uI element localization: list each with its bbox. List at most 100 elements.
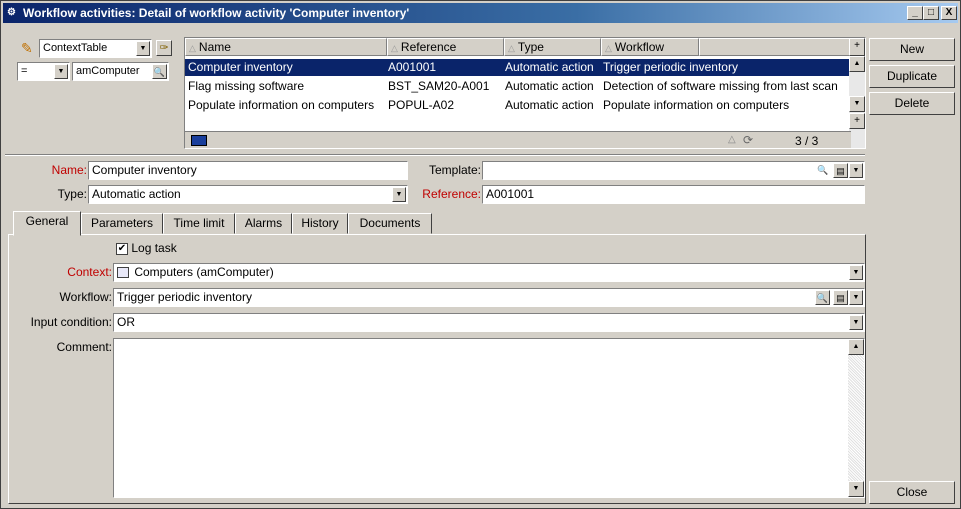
workflow-value: Trigger periodic inventory <box>117 290 252 304</box>
scroll-down-icon[interactable]: ▼ <box>849 96 865 112</box>
type-combo[interactable]: Automatic action ▼ <box>88 185 408 204</box>
search-icon[interactable]: 🔍 <box>816 163 830 178</box>
log-task-checkbox[interactable]: ✔ Log task <box>116 241 177 257</box>
table-row[interactable]: Populate information on computers POPUL-… <box>185 97 851 114</box>
cell-workflow: Trigger periodic inventory <box>603 60 738 74</box>
column-label: Reference <box>400 40 457 54</box>
reference-field[interactable]: A001001 <box>482 185 865 204</box>
context-combo[interactable]: Computers (amComputer) ▼ <box>113 263 865 282</box>
cell-name: Populate information on computers <box>188 98 375 112</box>
title-bar[interactable]: ⚙ Workflow activities: Detail of workflo… <box>3 3 958 23</box>
chevron-down-icon[interactable]: ▼ <box>54 64 68 79</box>
checkmark-icon: ✔ <box>116 242 128 255</box>
list-config-icon[interactable] <box>191 135 207 146</box>
close-window-button[interactable]: X <box>941 6 957 20</box>
comment-field[interactable]: ▲ ▼ <box>113 338 865 498</box>
window-title: Workflow activities: Detail of workflow … <box>23 6 410 20</box>
pencil-icon[interactable]: ✎ <box>21 40 37 56</box>
tab-general[interactable]: General <box>13 211 81 236</box>
scroll-down-icon[interactable]: ▼ <box>848 481 864 497</box>
maximize-button[interactable]: □ <box>923 6 939 20</box>
minimize-button[interactable]: _ <box>907 6 923 20</box>
record-count: 3 / 3 <box>795 134 819 148</box>
tab-documents[interactable]: Documents <box>348 213 432 234</box>
template-field[interactable]: 🔍 ▤ ▼ <box>482 161 865 180</box>
refresh-icon[interactable]: ⟳ <box>743 133 753 147</box>
close-button[interactable]: Close <box>869 481 955 504</box>
sort-icon: △ <box>605 43 612 53</box>
column-header-filler <box>699 38 851 56</box>
table-combo-value: ContextTable <box>43 42 108 54</box>
chevron-down-icon[interactable]: ▼ <box>849 315 863 330</box>
sort-up-icon[interactable]: △ <box>728 134 736 145</box>
workflow-field[interactable]: Trigger periodic inventory 🔍 ▤ ▼ <box>113 288 865 307</box>
template-label: Template: <box>428 163 481 177</box>
cell-reference: BST_SAM20-A001 <box>388 79 490 93</box>
new-button[interactable]: New <box>869 38 955 61</box>
main-window: ⚙ Workflow activities: Detail of workflo… <box>0 0 961 509</box>
add-column-icon[interactable]: + <box>849 38 865 56</box>
list-status-bar: △ ⟳ 3 / 3 <box>185 131 851 148</box>
scroll-up-icon[interactable]: ▲ <box>848 339 864 355</box>
tab-alarms[interactable]: Alarms <box>235 213 292 234</box>
table-row[interactable]: Computer inventory A001001 Automatic act… <box>185 59 851 76</box>
log-task-label: Log task <box>131 241 177 255</box>
scroll-up-icon[interactable]: ▲ <box>849 56 865 72</box>
search-icon[interactable]: 🔍 <box>152 64 167 79</box>
tab-history[interactable]: History <box>292 213 348 234</box>
type-label: Type: <box>57 187 87 201</box>
column-header-type[interactable]: △ Type <box>504 38 601 56</box>
delete-button[interactable]: Delete <box>869 92 955 115</box>
duplicate-button[interactable]: Duplicate <box>869 65 955 88</box>
chevron-down-icon[interactable]: ▼ <box>136 41 150 56</box>
cell-reference: POPUL-A02 <box>388 98 455 112</box>
input-condition-label: Input condition: <box>30 315 112 329</box>
sort-icon: △ <box>189 43 196 53</box>
chevron-down-icon[interactable]: ▼ <box>849 163 863 178</box>
chevron-down-icon[interactable]: ▼ <box>849 290 863 305</box>
column-label: Type <box>517 40 544 54</box>
input-condition-value: OR <box>117 315 135 329</box>
table-combo[interactable]: ContextTable ▼ <box>39 39 152 58</box>
filter-edit-icon[interactable]: ✑ <box>156 40 172 56</box>
column-header-name[interactable]: △ Name <box>185 38 387 56</box>
app-icon: ⚙ <box>7 7 16 18</box>
column-label: Workflow <box>614 40 665 54</box>
type-value: Automatic action <box>92 187 181 201</box>
cell-reference: A001001 <box>388 60 437 74</box>
context-value: Computers (amComputer) <box>134 265 274 279</box>
cell-type: Automatic action <box>505 98 594 112</box>
details-icon[interactable]: ▤ <box>833 163 848 178</box>
cell-name: Computer inventory <box>188 60 293 74</box>
column-header-workflow[interactable]: △ Workflow <box>601 38 699 56</box>
details-icon[interactable]: ▤ <box>833 290 848 305</box>
cell-name: Flag missing software <box>188 79 305 93</box>
expand-icon[interactable]: + <box>849 113 865 129</box>
sort-icon: △ <box>508 43 515 53</box>
name-field[interactable]: Computer inventory <box>88 161 408 180</box>
cell-workflow: Detection of software missing from last … <box>603 79 838 93</box>
comment-label: Comment: <box>56 340 112 354</box>
cell-workflow: Populate information on computers <box>603 98 790 112</box>
tab-parameters[interactable]: Parameters <box>81 213 163 234</box>
filter-value-field[interactable]: amComputer 🔍 <box>72 62 169 81</box>
column-header-reference[interactable]: △ Reference <box>387 38 504 56</box>
comment-scrollbar[interactable]: ▲ ▼ <box>848 339 864 497</box>
workflow-label: Workflow: <box>59 290 112 304</box>
input-condition-combo[interactable]: OR ▼ <box>113 313 865 332</box>
operator-value: = <box>21 65 28 77</box>
table-row[interactable]: Flag missing software BST_SAM20-A001 Aut… <box>185 78 851 95</box>
sort-icon: △ <box>391 43 398 53</box>
tab-time-limit[interactable]: Time limit <box>163 213 235 234</box>
name-label: Name: <box>51 163 87 177</box>
filter-value: amComputer <box>76 65 140 77</box>
list-scrollbar[interactable]: + ▲ ▼ + <box>849 38 865 148</box>
divider <box>5 154 865 156</box>
search-icon[interactable]: 🔍 <box>815 290 830 305</box>
table-icon <box>117 267 129 279</box>
context-label: Context: <box>67 265 112 279</box>
activity-list[interactable]: △ Name △ Reference △ Type △ Workflow Compute… <box>184 37 866 149</box>
column-label: Name <box>198 40 231 54</box>
operator-combo[interactable]: = ▼ <box>17 62 70 81</box>
chevron-down-icon[interactable]: ▼ <box>849 265 863 280</box>
